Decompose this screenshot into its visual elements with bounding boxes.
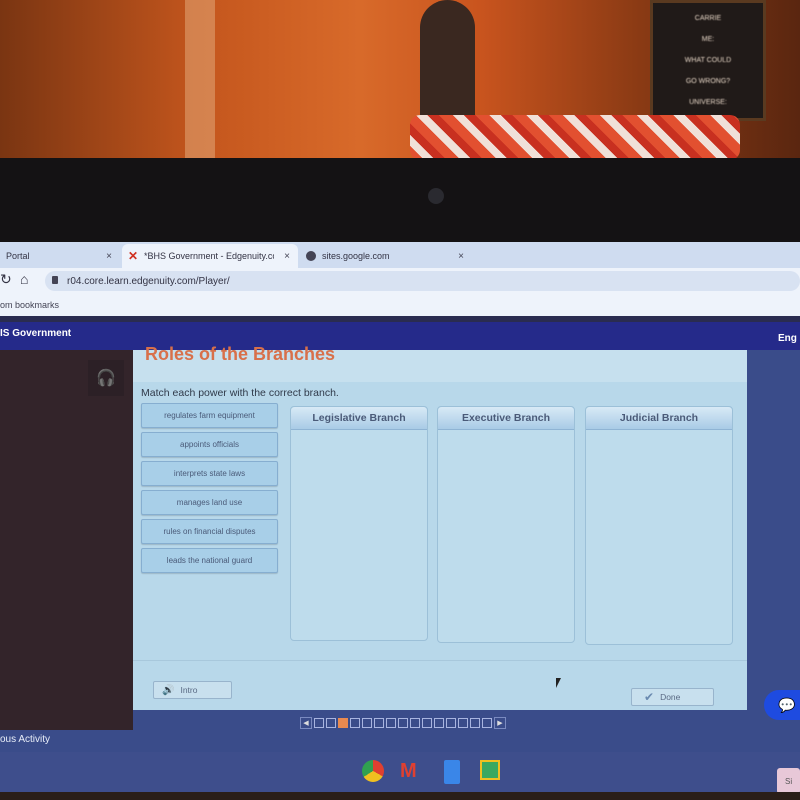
gmail-icon[interactable]: M xyxy=(400,760,422,784)
branch-header: Judicial Branch xyxy=(586,407,732,430)
reload-icon[interactable]: ↻ xyxy=(0,271,12,288)
letterboard-line: GO WRONG? xyxy=(685,78,731,85)
globe-icon xyxy=(306,251,316,261)
instructions: Match each power with the correct branch… xyxy=(141,387,339,399)
sign-in-button[interactable]: Si xyxy=(777,768,800,794)
drop-zone-legislative[interactable]: Legislative Branch xyxy=(290,406,428,641)
page-indicator[interactable] xyxy=(338,718,348,728)
docs-icon[interactable] xyxy=(444,760,460,784)
pillow xyxy=(410,115,740,160)
close-icon[interactable]: × xyxy=(458,251,464,262)
next-page-button[interactable]: ▶ xyxy=(494,717,506,729)
laptop-base xyxy=(0,792,800,800)
divider xyxy=(133,660,747,661)
page-indicator[interactable] xyxy=(374,718,384,728)
page-indicator[interactable] xyxy=(458,718,468,728)
power-chip[interactable]: manages land use xyxy=(141,490,278,515)
letterboard-line: WHAT COULD xyxy=(684,57,732,64)
headphones-icon[interactable]: 🎧 xyxy=(88,360,124,396)
branch-header: Executive Branch xyxy=(438,407,574,430)
page-indicator[interactable] xyxy=(410,718,420,728)
close-icon[interactable]: × xyxy=(284,251,290,262)
checkmark-icon: ✔ xyxy=(644,690,655,704)
tab-label: Portal xyxy=(6,251,30,261)
done-label: Done xyxy=(660,692,681,702)
prev-page-button[interactable]: ◀ xyxy=(300,717,312,729)
page-list xyxy=(314,718,492,728)
power-chip[interactable]: rules on financial disputes xyxy=(141,519,278,544)
previous-activity-link[interactable]: ous Activity xyxy=(0,734,50,745)
address-bar-row: ↻ ⌂ r04.core.learn.edgenuity.com/Player/ xyxy=(0,268,800,294)
power-chip[interactable]: appoints officials xyxy=(141,432,278,457)
letterboard: CARRIE ME: WHAT COULD GO WRONG? UNIVERSE… xyxy=(650,0,766,127)
chrome-icon[interactable] xyxy=(362,760,384,782)
power-chip[interactable]: leads the national guard xyxy=(141,548,278,573)
activity-titlebar: Roles of the Branches xyxy=(133,344,747,382)
language-selector[interactable]: Eng xyxy=(778,333,797,344)
lock-icon xyxy=(52,276,58,284)
room-background: CARRIE ME: WHAT COULD GO WRONG? UNIVERSE… xyxy=(0,0,800,160)
url-input[interactable]: r04.core.learn.edgenuity.com/Player/ xyxy=(45,271,800,291)
activity-panel: Roles of the Branches Match each power w… xyxy=(133,344,747,710)
page-indicator[interactable] xyxy=(326,718,336,728)
page-indicator[interactable] xyxy=(362,718,372,728)
speaker-icon: 🔊 xyxy=(162,684,175,696)
page-indicator[interactable] xyxy=(386,718,396,728)
app-header: IS Government Eng xyxy=(0,322,800,350)
edgenuity-favicon-icon: ✕ xyxy=(128,249,139,263)
page-indicator[interactable] xyxy=(422,718,432,728)
branch-header: Legislative Branch xyxy=(291,407,427,430)
chat-button[interactable]: 💬 xyxy=(764,690,800,720)
tab-strip: Portal × ✕ *BHS Government - Edgenuity.c… xyxy=(0,242,800,503)
tab-portal[interactable]: Portal × xyxy=(0,244,120,268)
chat-icon: 💬 xyxy=(778,696,796,713)
close-icon[interactable]: × xyxy=(106,251,112,262)
home-icon[interactable]: ⌂ xyxy=(20,271,28,287)
left-rail xyxy=(0,350,133,730)
drop-zone-executive[interactable]: Executive Branch xyxy=(437,406,575,643)
page-indicator[interactable] xyxy=(434,718,444,728)
page-indicator[interactable] xyxy=(482,718,492,728)
intro-label: Intro xyxy=(180,685,198,695)
done-button[interactable]: ✔ Done xyxy=(631,688,714,706)
door-frame xyxy=(185,0,215,160)
activity-title: Roles of the Branches xyxy=(145,344,336,364)
page-indicator[interactable] xyxy=(446,718,456,728)
bookmarks-bar: om bookmarks xyxy=(0,294,800,316)
page-navigator: ◀ ▶ xyxy=(300,716,506,730)
bookmarks-label[interactable]: om bookmarks xyxy=(0,300,59,310)
tab-sites-google[interactable]: sites.google.com × xyxy=(300,244,472,268)
tab-label: *BHS Government - Edgenuity.co xyxy=(144,251,274,261)
page-indicator[interactable] xyxy=(314,718,324,728)
power-chip[interactable]: regulates farm equipment xyxy=(141,403,278,428)
tab-label: sites.google.com xyxy=(322,251,390,261)
letterboard-line: UNIVERSE: xyxy=(689,99,727,106)
webcam xyxy=(428,188,444,204)
drop-zone-judicial[interactable]: Judicial Branch xyxy=(585,406,733,645)
classroom-icon[interactable] xyxy=(480,760,500,780)
letterboard-line: ME: xyxy=(701,36,715,43)
laptop-bezel xyxy=(0,158,800,242)
tab-edgenuity[interactable]: ✕ *BHS Government - Edgenuity.co × xyxy=(122,244,298,268)
intro-button[interactable]: 🔊 Intro xyxy=(153,681,232,699)
page-indicator[interactable] xyxy=(470,718,480,728)
letterboard-line: CARRIE xyxy=(694,15,722,22)
page-indicator[interactable] xyxy=(350,718,360,728)
page-indicator[interactable] xyxy=(398,718,408,728)
url-text: r04.core.learn.edgenuity.com/Player/ xyxy=(67,275,230,287)
course-title: IS Government xyxy=(0,328,72,339)
mouse-cursor xyxy=(556,678,561,688)
power-chip[interactable]: interprets state laws xyxy=(141,461,278,486)
